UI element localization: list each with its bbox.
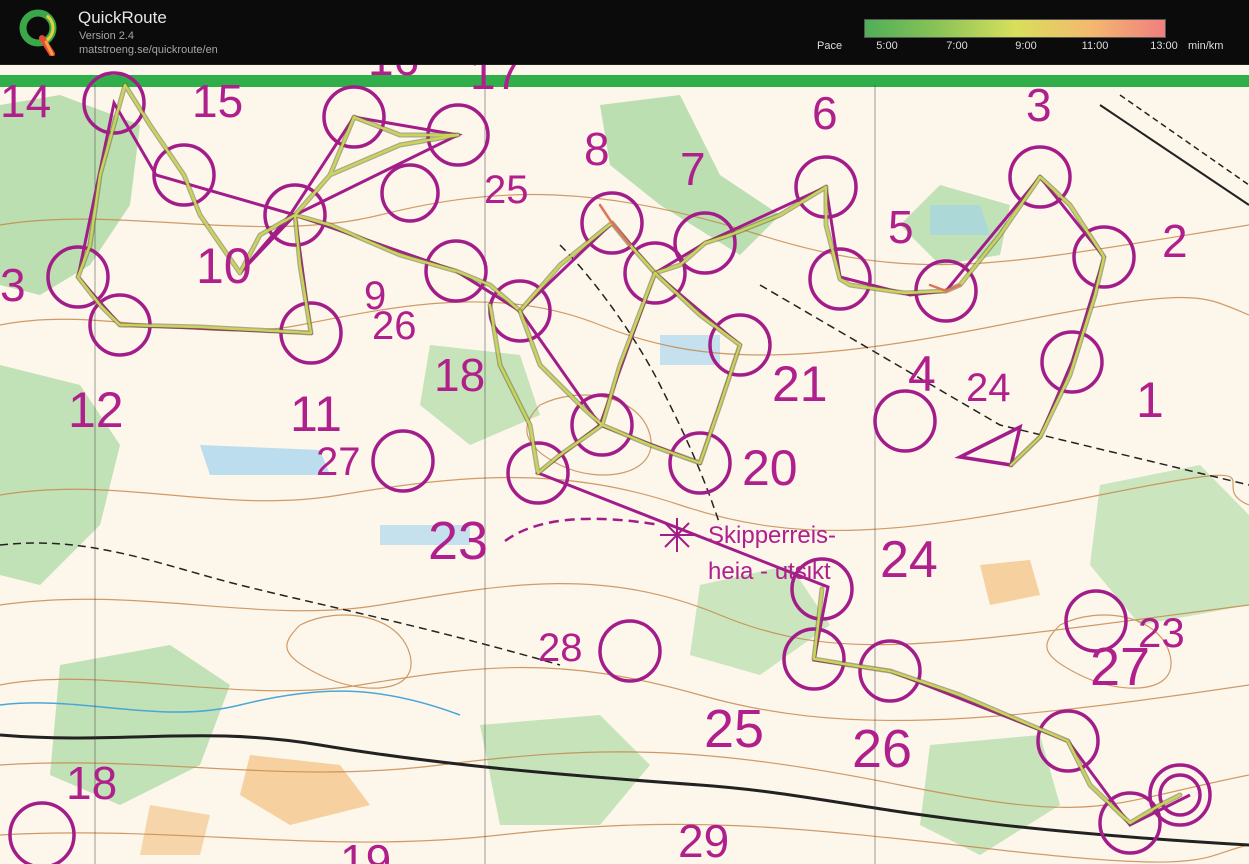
pace-tick: 13:00 xyxy=(1150,40,1178,52)
control-number-label: 27 xyxy=(316,440,361,484)
control-number-label: 15 xyxy=(192,75,243,127)
control-number-label: 23 xyxy=(428,511,488,571)
control-number-label: 25 xyxy=(484,168,529,212)
pace-label: Pace xyxy=(817,40,843,52)
orienteering-map[interactable]: Skipperreis- heia - utsikt 14 15 16 17 8… xyxy=(0,65,1249,864)
control-number-label: 16 xyxy=(368,65,419,85)
app-title: QuickRoute xyxy=(78,8,167,27)
control-number-label: 3 xyxy=(1026,79,1052,131)
control-number-label: 26 xyxy=(372,304,417,348)
control-number-label: 26 xyxy=(852,719,912,779)
pace-unit: min/km xyxy=(1188,40,1224,52)
control-number-label: 7 xyxy=(680,143,706,195)
quickroute-logo-icon xyxy=(19,9,57,56)
control-number-label: 20 xyxy=(742,440,798,496)
control-number-label: 24 xyxy=(880,531,938,589)
pace-color-scale xyxy=(864,19,1166,38)
control-number-label: 6 xyxy=(812,87,838,139)
app-header: QuickRoute Version 2.4 matstroeng.se/qui… xyxy=(0,0,1249,65)
control-number-label: 28 xyxy=(538,626,583,670)
control-number-label: 5 xyxy=(888,201,914,253)
pace-tick: 11:00 xyxy=(1081,40,1109,52)
pace-tick: 7:00 xyxy=(946,40,968,52)
control-number-label: 1 xyxy=(1136,372,1164,428)
landmark-label: heia - utsikt xyxy=(708,558,831,585)
app-version: Version 2.4 xyxy=(79,30,135,42)
control-number-label: 19 xyxy=(340,835,391,864)
control-number-label: 24 xyxy=(966,366,1011,410)
control-number-label: 10 xyxy=(196,238,252,294)
control-number-label: 18 xyxy=(434,349,485,401)
landmark-label: Skipperreis- xyxy=(708,522,836,549)
control-number-label: 29 xyxy=(678,815,729,864)
control-number-label: 17 xyxy=(470,65,521,99)
control-number-label: 27 xyxy=(1090,637,1150,697)
map-canvas[interactable]: Skipperreis- heia - utsikt 14 15 16 17 8… xyxy=(0,65,1249,864)
control-number-label: 14 xyxy=(0,75,51,127)
pace-tick: 5:00 xyxy=(876,40,898,52)
control-number-label: 2 xyxy=(1162,215,1188,267)
control-number-label: 4 xyxy=(908,346,936,402)
control-number-label: 11 xyxy=(290,386,342,442)
control-number-label: 21 xyxy=(772,356,828,412)
control-number-label: 8 xyxy=(584,123,610,175)
control-number-label: 25 xyxy=(704,699,764,759)
website-link[interactable]: matstroeng.se/quickroute/en xyxy=(79,44,218,56)
control-number-label: 12 xyxy=(68,382,124,438)
viewpoint-icon xyxy=(660,518,694,552)
control-number-label: 18 xyxy=(66,757,117,809)
control-number-label: 3 xyxy=(0,259,26,311)
pace-tick: 9:00 xyxy=(1015,40,1037,52)
